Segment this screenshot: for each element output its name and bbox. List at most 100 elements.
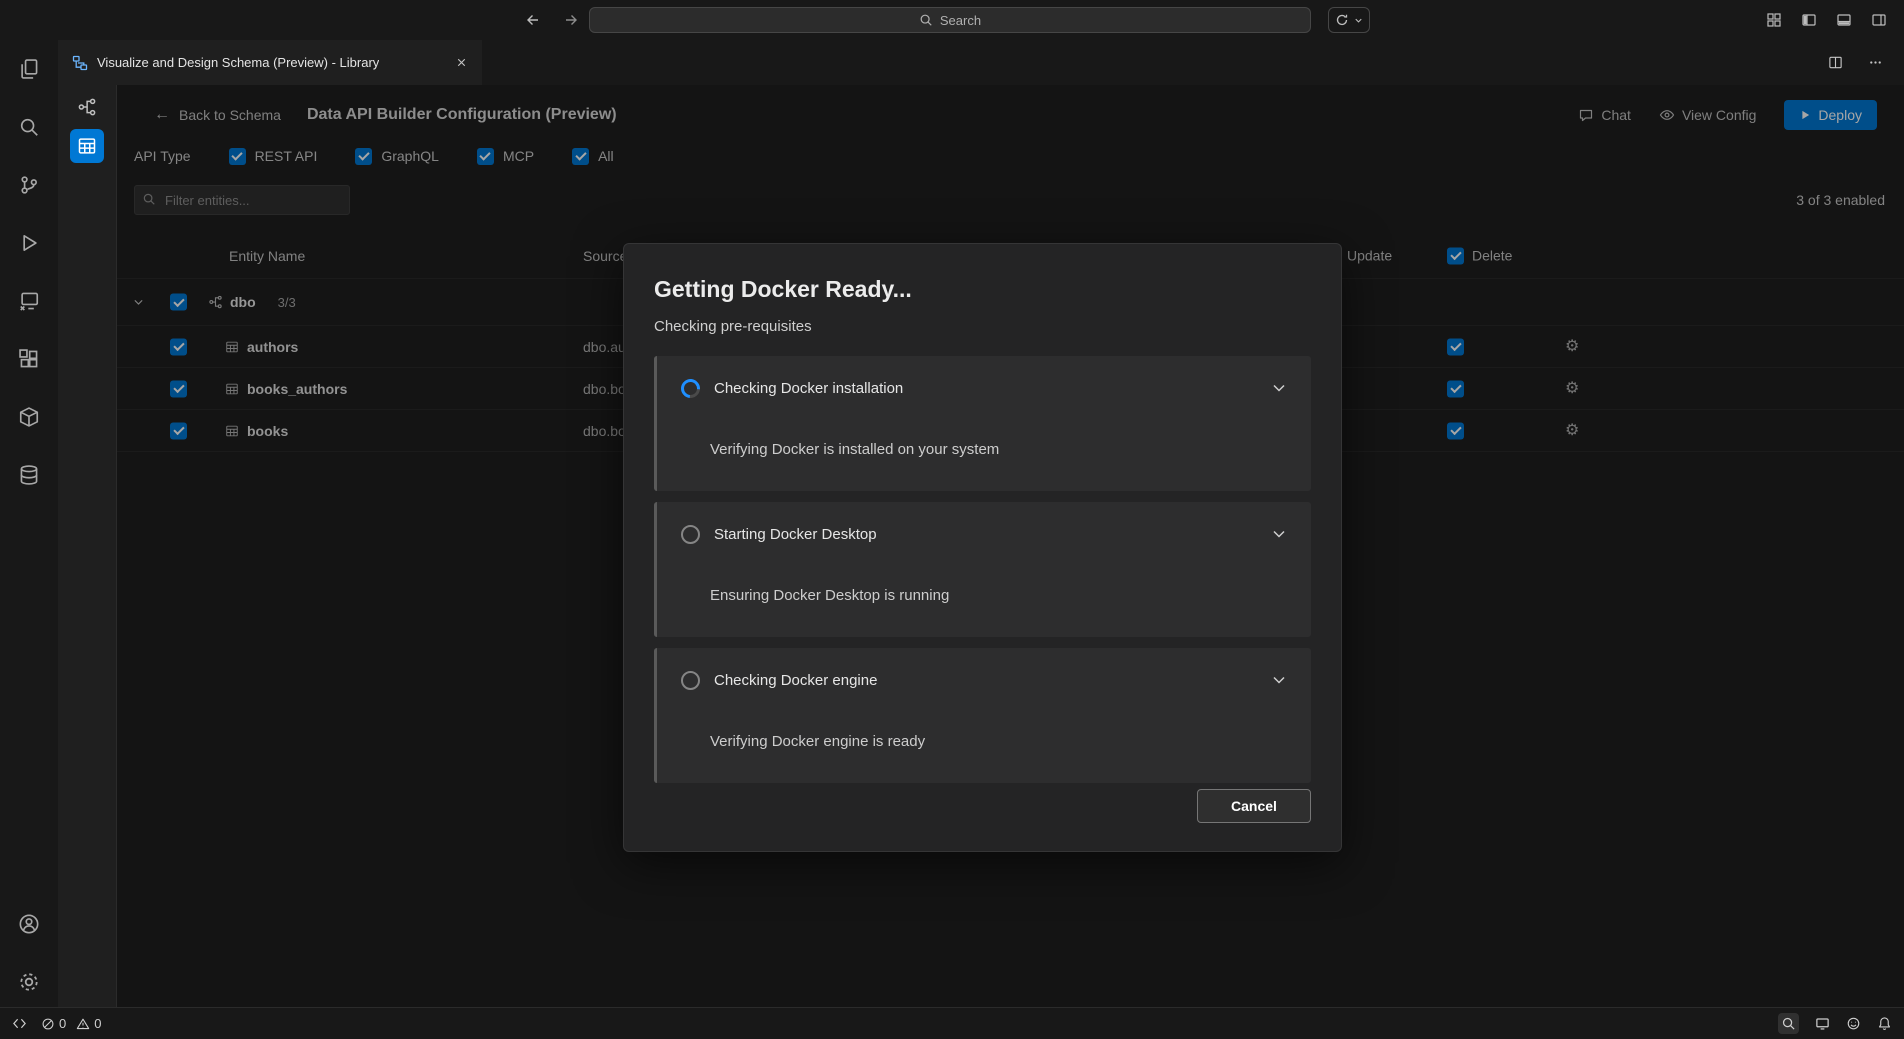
search-icon bbox=[919, 13, 933, 27]
more-actions-button[interactable] bbox=[1862, 50, 1888, 76]
warning-count: 0 bbox=[94, 1016, 101, 1031]
titlebar: Search bbox=[0, 0, 1904, 40]
feedback-button[interactable] bbox=[1846, 1016, 1861, 1031]
chevron-down-icon bbox=[1353, 15, 1364, 26]
run-debug-icon bbox=[18, 232, 40, 254]
chevron-down-icon[interactable] bbox=[1271, 526, 1287, 542]
step-accent-bar bbox=[654, 648, 657, 783]
tab-close-button[interactable] bbox=[450, 52, 472, 74]
activity-run-debug[interactable] bbox=[12, 226, 46, 260]
chevron-down-icon[interactable] bbox=[1271, 672, 1287, 688]
notifications-button[interactable] bbox=[1877, 1016, 1892, 1031]
chevron-down-icon[interactable] bbox=[1271, 380, 1287, 396]
remote-explorer-icon bbox=[18, 290, 40, 312]
remote-icon bbox=[12, 1016, 27, 1031]
zoom-indicator[interactable] bbox=[1778, 1013, 1799, 1034]
pending-circle-icon bbox=[681, 525, 700, 544]
split-editor-icon bbox=[1828, 55, 1843, 70]
step-label: Starting Docker Desktop bbox=[714, 526, 877, 543]
screen-icon bbox=[1815, 1016, 1830, 1031]
step-docker-installation: Checking Docker installation Verifying D… bbox=[654, 356, 1311, 491]
panel-bottom-icon bbox=[1836, 12, 1852, 28]
activity-settings[interactable] bbox=[12, 965, 46, 999]
nav-back-button[interactable] bbox=[520, 7, 546, 33]
warning-icon bbox=[76, 1017, 90, 1031]
cancel-button[interactable]: Cancel bbox=[1197, 789, 1311, 823]
toggle-secondary-sidebar-button[interactable] bbox=[1866, 7, 1892, 33]
status-right bbox=[1778, 1013, 1892, 1034]
spinner-icon bbox=[677, 375, 704, 402]
dialog-subtitle: Checking pre-requisites bbox=[654, 317, 1311, 336]
webview-toolbar bbox=[58, 85, 117, 1007]
search-label: Search bbox=[940, 13, 981, 28]
status-bar: 0 0 bbox=[0, 1007, 1904, 1039]
source-control-icon bbox=[18, 174, 40, 196]
activity-source-control[interactable] bbox=[12, 168, 46, 202]
screen-indicator[interactable] bbox=[1815, 1016, 1830, 1031]
copilot-icon bbox=[1334, 12, 1350, 28]
activity-bar bbox=[0, 40, 58, 1007]
activity-explorer[interactable] bbox=[12, 52, 46, 86]
activity-extensions[interactable] bbox=[12, 342, 46, 376]
arrow-left-icon bbox=[525, 12, 541, 28]
grid-icon bbox=[1766, 12, 1782, 28]
docker-steps: Checking Docker installation Verifying D… bbox=[654, 356, 1311, 783]
activity-database[interactable] bbox=[12, 458, 46, 492]
search-icon bbox=[18, 116, 40, 138]
docker-ready-dialog: Getting Docker Ready... Checking pre-req… bbox=[623, 243, 1342, 852]
remote-indicator[interactable] bbox=[12, 1016, 27, 1031]
problems-indicator[interactable]: 0 0 bbox=[41, 1016, 107, 1031]
command-center-search[interactable]: Search bbox=[589, 7, 1311, 33]
split-editor-button[interactable] bbox=[1822, 50, 1848, 76]
ellipsis-icon bbox=[1868, 55, 1883, 70]
nav-arrows bbox=[520, 7, 584, 33]
arrow-right-icon bbox=[563, 12, 579, 28]
sidebar-right-icon bbox=[1871, 12, 1887, 28]
activity-remote-explorer[interactable] bbox=[12, 284, 46, 318]
pending-circle-icon bbox=[681, 671, 700, 690]
table-config-icon bbox=[77, 136, 97, 156]
tabbar-actions bbox=[1822, 40, 1904, 85]
status-left: 0 0 bbox=[12, 1016, 107, 1031]
package-icon bbox=[18, 406, 40, 428]
schema-tab-icon bbox=[72, 55, 88, 71]
dialog-title: Getting Docker Ready... bbox=[654, 274, 1311, 304]
schema-icon bbox=[77, 97, 97, 117]
gear-icon bbox=[18, 971, 40, 993]
step-label: Checking Docker installation bbox=[714, 380, 903, 397]
step-header[interactable]: Checking Docker installation bbox=[654, 356, 1311, 420]
customize-layout-button[interactable] bbox=[1761, 7, 1787, 33]
database-icon bbox=[18, 464, 40, 486]
step-description: Verifying Docker is installed on your sy… bbox=[710, 441, 1311, 458]
tab-title: Visualize and Design Schema (Preview) - … bbox=[97, 55, 379, 70]
dialog-footer: Cancel bbox=[654, 789, 1311, 823]
bell-icon bbox=[1877, 1016, 1892, 1031]
tab-bar: Visualize and Design Schema (Preview) - … bbox=[58, 40, 1904, 85]
step-header[interactable]: Starting Docker Desktop bbox=[654, 502, 1311, 566]
step-accent-bar bbox=[654, 502, 657, 637]
tab-visualize-design-schema[interactable]: Visualize and Design Schema (Preview) - … bbox=[58, 40, 482, 85]
step-description: Ensuring Docker Desktop is running bbox=[710, 587, 1311, 604]
step-accent-bar bbox=[654, 356, 657, 491]
dab-config-button[interactable] bbox=[70, 129, 104, 163]
error-count: 0 bbox=[59, 1016, 66, 1031]
toggle-panel-button[interactable] bbox=[1831, 7, 1857, 33]
step-description: Verifying Docker engine is ready bbox=[710, 733, 1311, 750]
toggle-primary-sidebar-button[interactable] bbox=[1796, 7, 1822, 33]
sidebar-left-icon bbox=[1801, 12, 1817, 28]
nav-forward-button[interactable] bbox=[558, 7, 584, 33]
activity-account[interactable] bbox=[12, 907, 46, 941]
extensions-icon bbox=[18, 348, 40, 370]
account-icon bbox=[18, 913, 40, 935]
smiley-icon bbox=[1846, 1016, 1861, 1031]
step-label: Checking Docker engine bbox=[714, 672, 877, 689]
close-icon bbox=[455, 56, 468, 69]
activity-search[interactable] bbox=[12, 110, 46, 144]
layout-controls bbox=[1761, 7, 1892, 33]
step-header[interactable]: Checking Docker engine bbox=[654, 648, 1311, 712]
magnifier-icon bbox=[1781, 1016, 1796, 1031]
activity-containers[interactable] bbox=[12, 400, 46, 434]
step-docker-engine: Checking Docker engine Verifying Docker … bbox=[654, 648, 1311, 783]
copilot-menu-button[interactable] bbox=[1328, 7, 1370, 33]
schema-designer-button[interactable] bbox=[70, 90, 104, 124]
